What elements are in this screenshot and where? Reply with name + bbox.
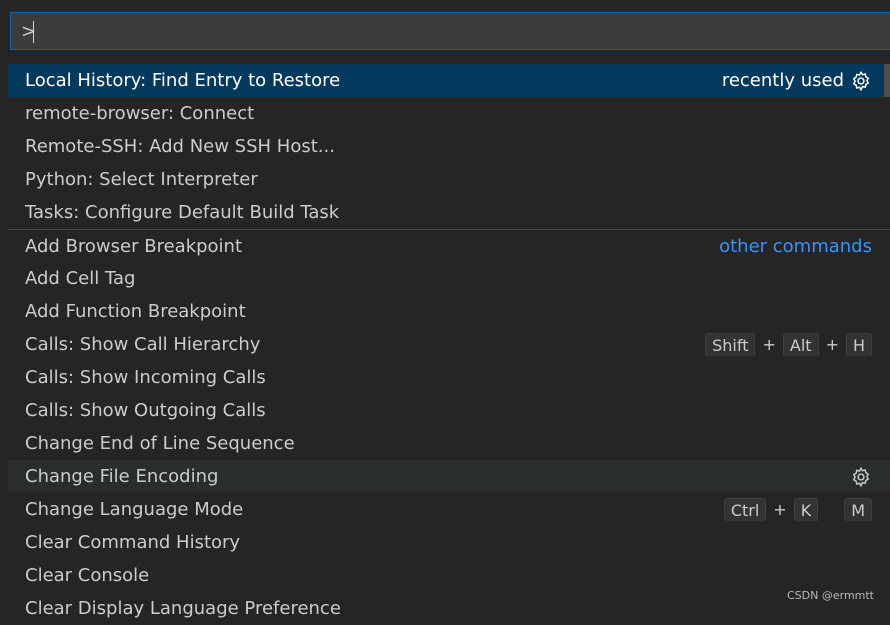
command-label: remote-browser: Connect — [25, 103, 255, 124]
command-input-box[interactable] — [10, 12, 890, 50]
key-m: M — [844, 497, 872, 522]
command-label: Local History: Find Entry to Restore — [25, 70, 341, 91]
command-meta: other commands — [719, 230, 872, 263]
command-label: Calls: Show Incoming Calls — [25, 367, 266, 388]
command-item-show-call-hierarchy[interactable]: Calls: Show Call Hierarchy Shift + Alt +… — [8, 328, 890, 361]
command-label: Clear Command History — [25, 532, 241, 553]
command-label: Add Function Breakpoint — [25, 301, 246, 322]
command-item-show-outgoing-calls[interactable]: Calls: Show Outgoing Calls — [8, 394, 890, 427]
key-h: H — [845, 332, 872, 357]
command-item-clear-console[interactable]: Clear Console — [8, 559, 890, 592]
keybinding: Shift + Alt + H — [705, 328, 872, 361]
command-label: Calls: Show Call Hierarchy — [25, 334, 261, 355]
command-item-python-select-interpreter[interactable]: Python: Select Interpreter — [8, 163, 890, 196]
command-label: Add Browser Breakpoint — [25, 236, 243, 257]
watermark: CSDN @ermmtt — [786, 589, 874, 602]
other-commands-label: other commands — [719, 236, 872, 257]
key-plus: + — [762, 335, 776, 354]
command-item-change-language-mode[interactable]: Change Language Mode Ctrl + K M — [8, 493, 890, 526]
command-label: Clear Display Language Preference — [25, 598, 341, 619]
command-meta: recently used — [722, 64, 872, 97]
text-caret — [33, 21, 34, 43]
command-item-add-browser-breakpoint[interactable]: Add Browser Breakpoint other commands — [8, 229, 890, 262]
command-item-change-file-encoding[interactable]: Change File Encoding — [8, 460, 890, 493]
key-plus: + — [825, 335, 839, 354]
command-item-change-eol-sequence[interactable]: Change End of Line Sequence — [8, 427, 890, 460]
key-plus: + — [773, 500, 787, 519]
command-item-clear-command-history[interactable]: Clear Command History — [8, 526, 890, 559]
command-item-tasks-configure-build[interactable]: Tasks: Configure Default Build Task — [8, 196, 890, 229]
command-item-add-cell-tag[interactable]: Add Cell Tag — [8, 262, 890, 295]
command-label: Change Language Mode — [25, 499, 244, 520]
recently-used-label: recently used — [721, 70, 844, 91]
command-item-local-history-find-entry[interactable]: Local History: Find Entry to Restore rec… — [8, 64, 890, 97]
command-item-remote-ssh-add-host[interactable]: Remote-SSH: Add New SSH Host... — [8, 130, 890, 163]
command-item-remote-browser-connect[interactable]: remote-browser: Connect — [8, 97, 890, 130]
command-palette: Local History: Find Entry to Restore rec… — [0, 0, 890, 619]
key-k: K — [793, 497, 819, 522]
command-item-show-incoming-calls[interactable]: Calls: Show Incoming Calls — [8, 361, 890, 394]
command-label: Remote-SSH: Add New SSH Host... — [25, 136, 335, 157]
command-label: Clear Console — [25, 565, 150, 586]
scrollbar-thumb[interactable] — [884, 64, 890, 97]
key-ctrl: Ctrl — [723, 497, 767, 522]
command-label: Change End of Line Sequence — [25, 433, 295, 454]
key-shift: Shift — [705, 332, 756, 357]
command-meta — [850, 460, 872, 493]
command-label: Add Cell Tag — [25, 268, 136, 289]
key-alt: Alt — [782, 332, 819, 357]
command-label: Python: Select Interpreter — [25, 169, 258, 190]
keybinding: Ctrl + K M — [723, 493, 872, 526]
command-input[interactable] — [11, 13, 890, 49]
gear-icon[interactable] — [850, 466, 872, 488]
command-item-add-function-breakpoint[interactable]: Add Function Breakpoint — [8, 295, 890, 328]
command-label: Tasks: Configure Default Build Task — [25, 202, 340, 223]
gear-icon[interactable] — [850, 70, 872, 92]
command-list: Local History: Find Entry to Restore rec… — [8, 64, 890, 625]
command-item-clear-display-language[interactable]: Clear Display Language Preference — [8, 592, 890, 625]
command-label: Change File Encoding — [25, 466, 219, 487]
command-label: Calls: Show Outgoing Calls — [25, 400, 266, 421]
